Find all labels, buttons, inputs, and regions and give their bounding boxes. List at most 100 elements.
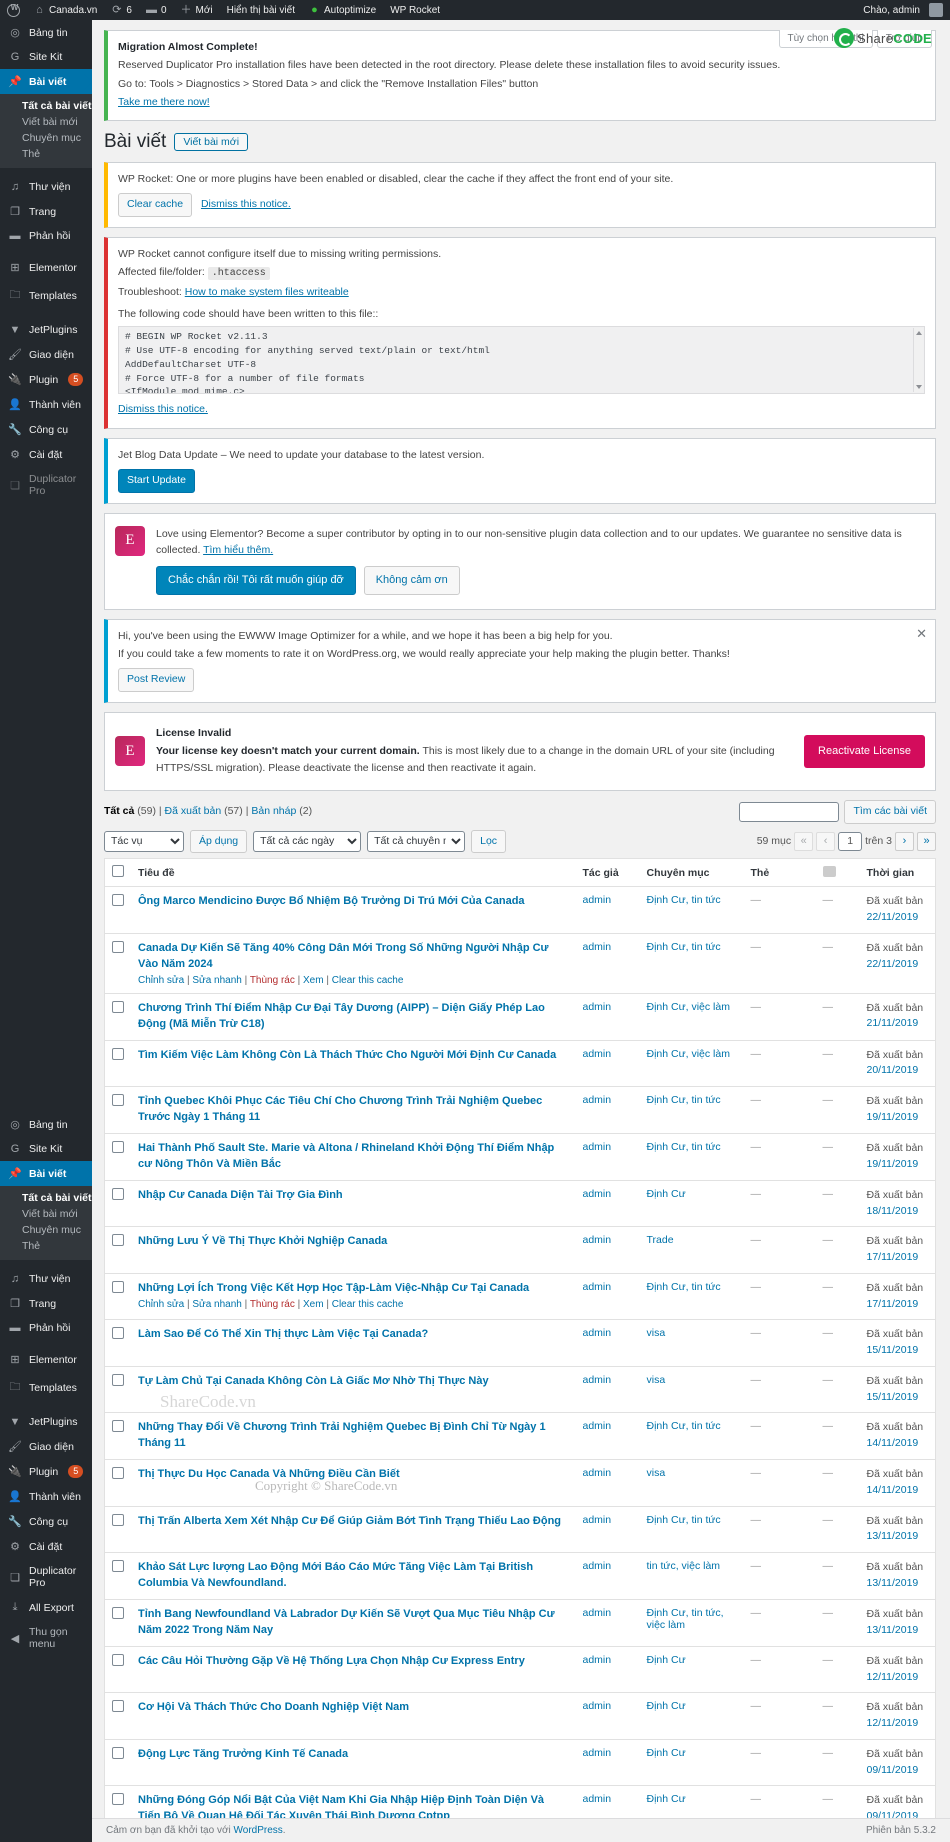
sidebar-item-templates-2[interactable]: 🗀 Templates <box>0 1372 92 1403</box>
start-update-button[interactable]: Start Update <box>118 468 195 493</box>
autoptimize-menu[interactable]: ● Autoptimize <box>302 0 383 20</box>
sidebar-item-dashboard-2[interactable]: ◎ Bảng tin <box>0 1112 92 1137</box>
sidebar-item-posts[interactable]: 📌 Bài viết <box>0 69 92 94</box>
row-select-cell[interactable] <box>104 1645 131 1693</box>
row-action-quick-edit[interactable]: Sửa nhanh <box>192 1299 242 1310</box>
bulk-action-select[interactable]: Tác vụ <box>104 830 184 852</box>
post-date-link[interactable]: 19/11/2019 <box>867 1158 919 1170</box>
wprocket-menu[interactable]: WP Rocket <box>383 0 447 20</box>
sidebar-item-comments[interactable]: ▬ Phản hồi <box>0 224 92 248</box>
select-all-checkbox[interactable] <box>112 865 124 878</box>
post-date-link[interactable]: 12/11/2019 <box>867 1671 919 1683</box>
category-link[interactable]: Định Cư, tin tức <box>647 894 721 906</box>
row-action-trash[interactable]: Thùng rác <box>250 1299 295 1310</box>
close-icon[interactable]: ✕ <box>916 627 927 640</box>
post-title-link[interactable]: Cơ Hội Và Thách Thức Cho Doanh Nghiệp Vi… <box>138 1701 409 1713</box>
row-select-cell[interactable] <box>104 1505 131 1553</box>
view-published[interactable]: Đã xuất bản <box>165 805 222 817</box>
search-posts-button[interactable]: Tìm các bài viết <box>844 799 936 824</box>
post-title-link[interactable]: Ông Marco Mendicino Được Bổ Nhiệm Bộ Trư… <box>138 895 525 907</box>
category-link[interactable]: Định Cư <box>647 1747 686 1759</box>
column-date[interactable]: Thời gian <box>859 858 936 888</box>
row-action-view[interactable]: Xem <box>303 975 324 986</box>
view-all[interactable]: Tất cả <box>104 805 134 817</box>
category-link[interactable]: tin tức, việc làm <box>647 1560 721 1572</box>
last-page-icon[interactable]: » <box>917 831 936 851</box>
prev-page-icon[interactable]: ‹ <box>816 831 836 851</box>
sidebar-item-duplicator-pro-2[interactable]: ❏ Duplicator Pro <box>0 1559 92 1595</box>
post-title-link[interactable]: Nhập Cư Canada Diện Tài Trợ Gia Đình <box>138 1189 343 1201</box>
post-title-link[interactable]: Thị Thực Du Học Canada Và Những Điều Cần… <box>138 1468 400 1480</box>
author-link[interactable]: admin <box>583 1141 612 1153</box>
row-checkbox[interactable] <box>112 940 124 953</box>
filter-button[interactable]: Lọc <box>471 829 507 854</box>
sidebar-item-tools[interactable]: 🔧 Công cụ <box>0 417 92 442</box>
reactivate-license-button[interactable]: Reactivate License <box>804 734 925 768</box>
next-page-icon[interactable]: › <box>895 831 914 851</box>
author-link[interactable]: admin <box>583 1514 612 1526</box>
category-link[interactable]: Định Cư <box>647 1700 686 1712</box>
author-link[interactable]: admin <box>583 1747 612 1759</box>
post-title-link[interactable]: Tỉnh Quebec Khôi Phục Các Tiêu Chí Cho C… <box>138 1095 542 1123</box>
wordpress-link[interactable]: WordPress <box>234 1825 283 1836</box>
author-link[interactable]: admin <box>583 1700 612 1712</box>
row-select-cell[interactable] <box>104 992 131 1041</box>
row-select-cell[interactable] <box>105 887 132 934</box>
row-action-trash[interactable]: Thùng rác <box>250 975 295 986</box>
column-title[interactable]: Tiêu đề <box>131 858 576 888</box>
site-name-menu[interactable]: ⌂ Canada.vn <box>27 0 104 20</box>
post-title-link[interactable]: Tỉnh Bang Newfoundland Và Labrador Dự Ki… <box>138 1608 555 1636</box>
post-title-link[interactable]: Hai Thành Phố Sault Ste. Marie và Altona… <box>138 1142 554 1170</box>
post-review-button[interactable]: Post Review <box>118 668 195 692</box>
sidebar-item-templates[interactable]: 🗀 Templates <box>0 280 92 311</box>
author-link[interactable]: admin <box>583 1654 612 1666</box>
search-input[interactable] <box>739 801 840 822</box>
author-link[interactable]: admin <box>583 1094 612 1106</box>
category-link[interactable]: Trade <box>647 1234 674 1246</box>
row-checkbox[interactable] <box>112 1420 124 1433</box>
row-select-cell[interactable] <box>104 1272 131 1320</box>
post-title-link[interactable]: Làm Sao Để Có Thể Xin Thị thực Làm Việc … <box>138 1328 428 1340</box>
sidebar-item-media-2[interactable]: ♫ Thư viện <box>0 1267 92 1291</box>
view-draft[interactable]: Bản nháp <box>251 805 296 817</box>
post-date-link[interactable]: 15/11/2019 <box>867 1344 919 1356</box>
sidebar-item-plugins-2[interactable]: 🔌 Plugin 5 <box>0 1459 92 1484</box>
post-title-link[interactable]: Những Thay Đổi Về Chương Trình Trải Nghi… <box>138 1421 546 1449</box>
select-all-header[interactable] <box>104 858 131 888</box>
author-link[interactable]: admin <box>583 941 612 953</box>
row-select-cell[interactable] <box>104 1738 131 1786</box>
category-link[interactable]: Định Cư, tin tức <box>647 1094 721 1106</box>
row-checkbox[interactable] <box>112 1700 124 1713</box>
elementor-optin-no-button[interactable]: Không cảm ơn <box>363 566 460 595</box>
author-link[interactable]: admin <box>583 1607 612 1619</box>
sidebar-item-duplicator-pro[interactable]: ❏ Duplicator Pro <box>0 467 92 503</box>
post-title-link[interactable]: Những Lợi Ích Trong Việc Kết Hợp Học Tập… <box>138 1282 529 1294</box>
row-checkbox[interactable] <box>112 1094 124 1107</box>
submenu-tags[interactable]: Thẻ <box>0 146 92 162</box>
post-date-link[interactable]: 13/11/2019 <box>867 1530 919 1542</box>
category-link[interactable]: Định Cư, việc làm <box>647 1001 730 1013</box>
submenu-all-posts[interactable]: Tất cả bài viết <box>0 98 92 114</box>
collapse-menu-button[interactable]: ◀ Thu gọn menu <box>0 1620 92 1656</box>
post-date-link[interactable]: 19/11/2019 <box>867 1111 919 1123</box>
row-checkbox[interactable] <box>112 1187 124 1200</box>
row-checkbox[interactable] <box>112 1513 124 1526</box>
author-link[interactable]: admin <box>583 1048 612 1060</box>
dismiss-cache-notice-link[interactable]: Dismiss this notice. <box>201 198 291 210</box>
post-date-link[interactable]: 20/11/2019 <box>867 1064 919 1076</box>
sidebar-item-sitekit[interactable]: G Site Kit <box>0 45 92 69</box>
author-link[interactable]: admin <box>583 894 612 906</box>
date-filter-select[interactable]: Tất cả các ngày <box>253 830 362 852</box>
current-page-input[interactable]: 1 <box>838 831 863 851</box>
row-select-cell[interactable] <box>104 932 131 994</box>
row-select-cell[interactable] <box>104 1039 131 1087</box>
row-select-cell[interactable] <box>104 1365 131 1413</box>
row-checkbox[interactable] <box>112 1140 124 1153</box>
submenu-categories[interactable]: Chuyên mục <box>0 130 92 146</box>
category-link[interactable]: visa <box>647 1374 666 1386</box>
post-title-link[interactable]: Tìm Kiếm Việc Làm Không Còn Là Thách Thứ… <box>138 1049 556 1061</box>
author-link[interactable]: admin <box>583 1188 612 1200</box>
submenu-tags-2[interactable]: Thẻ <box>0 1238 92 1254</box>
row-checkbox[interactable] <box>112 1327 124 1340</box>
add-new-post-button[interactable]: Viết bài mới <box>174 133 249 152</box>
